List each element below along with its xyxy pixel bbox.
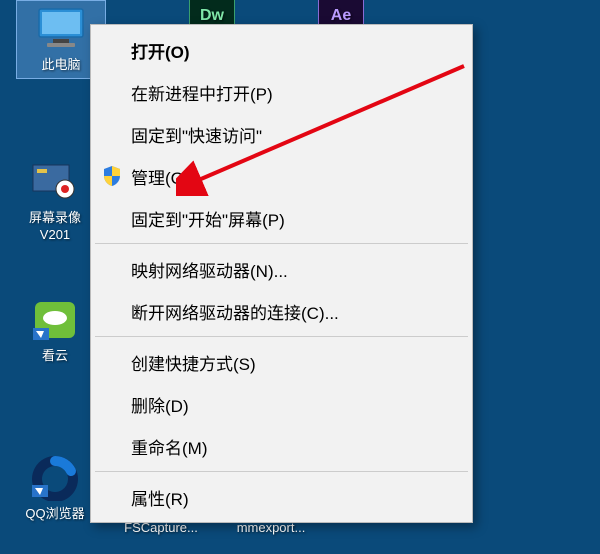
computer-icon xyxy=(32,5,90,53)
desktop-icon-label: 看云 xyxy=(42,348,68,365)
menu-item-label: 打开(O) xyxy=(131,38,470,63)
desktop-icon-qq-browser[interactable]: QQ浏览器 xyxy=(10,454,100,523)
menu-item-delete[interactable]: 删除(D) xyxy=(93,383,470,425)
menu-separator xyxy=(95,471,468,472)
menu-item-label: 重命名(M) xyxy=(131,434,470,459)
menu-item-rename[interactable]: 重命名(M) xyxy=(93,425,470,467)
menu-item-label: 管理(G) xyxy=(131,164,470,189)
menu-item-label: 断开网络驱动器的连接(C)... xyxy=(131,299,470,324)
menu-separator xyxy=(95,336,468,337)
menu-item-pin-start[interactable]: 固定到"开始"屏幕(P) xyxy=(93,197,470,239)
cloud-icon xyxy=(26,296,84,344)
menu-item-label: 固定到"开始"屏幕(P) xyxy=(131,206,470,231)
desktop: 此电脑 屏幕录像 V201 看云 xyxy=(0,0,600,554)
browser-icon xyxy=(26,454,84,502)
menu-item-label: 固定到"快速访问" xyxy=(131,122,470,147)
menu-item-create-shortcut[interactable]: 创建快捷方式(S) xyxy=(93,341,470,383)
menu-item-label: 创建快捷方式(S) xyxy=(131,350,470,375)
context-menu: 打开(O) 在新进程中打开(P) 固定到"快速访问" 管理(G) 固定到"开始"… xyxy=(90,24,473,523)
desktop-icon-screen-recorder[interactable]: 屏幕录像 V201 xyxy=(10,158,100,244)
menu-item-label: 删除(D) xyxy=(131,392,470,417)
desktop-icon-label: QQ浏览器 xyxy=(25,506,84,523)
recorder-icon xyxy=(26,158,84,206)
menu-item-label: 在新进程中打开(P) xyxy=(131,80,470,105)
menu-item-disconnect-drive[interactable]: 断开网络驱动器的连接(C)... xyxy=(93,290,470,332)
menu-item-manage[interactable]: 管理(G) xyxy=(93,155,470,197)
menu-item-label: 映射网络驱动器(N)... xyxy=(131,257,470,282)
menu-item-properties[interactable]: 属性(R) xyxy=(93,476,470,518)
menu-item-map-drive[interactable]: 映射网络驱动器(N)... xyxy=(93,248,470,290)
shield-icon xyxy=(93,165,131,187)
desktop-icon-label: 屏幕录像 V201 xyxy=(29,210,81,244)
menu-separator xyxy=(95,243,468,244)
menu-item-open-new-process[interactable]: 在新进程中打开(P) xyxy=(93,71,470,113)
menu-item-label: 属性(R) xyxy=(131,485,470,510)
desktop-icon-label: 此电脑 xyxy=(41,57,80,74)
desktop-icon-kanyun[interactable]: 看云 xyxy=(10,296,100,365)
menu-item-open[interactable]: 打开(O) xyxy=(93,29,470,71)
menu-item-pin-quick-access[interactable]: 固定到"快速访问" xyxy=(93,113,470,155)
